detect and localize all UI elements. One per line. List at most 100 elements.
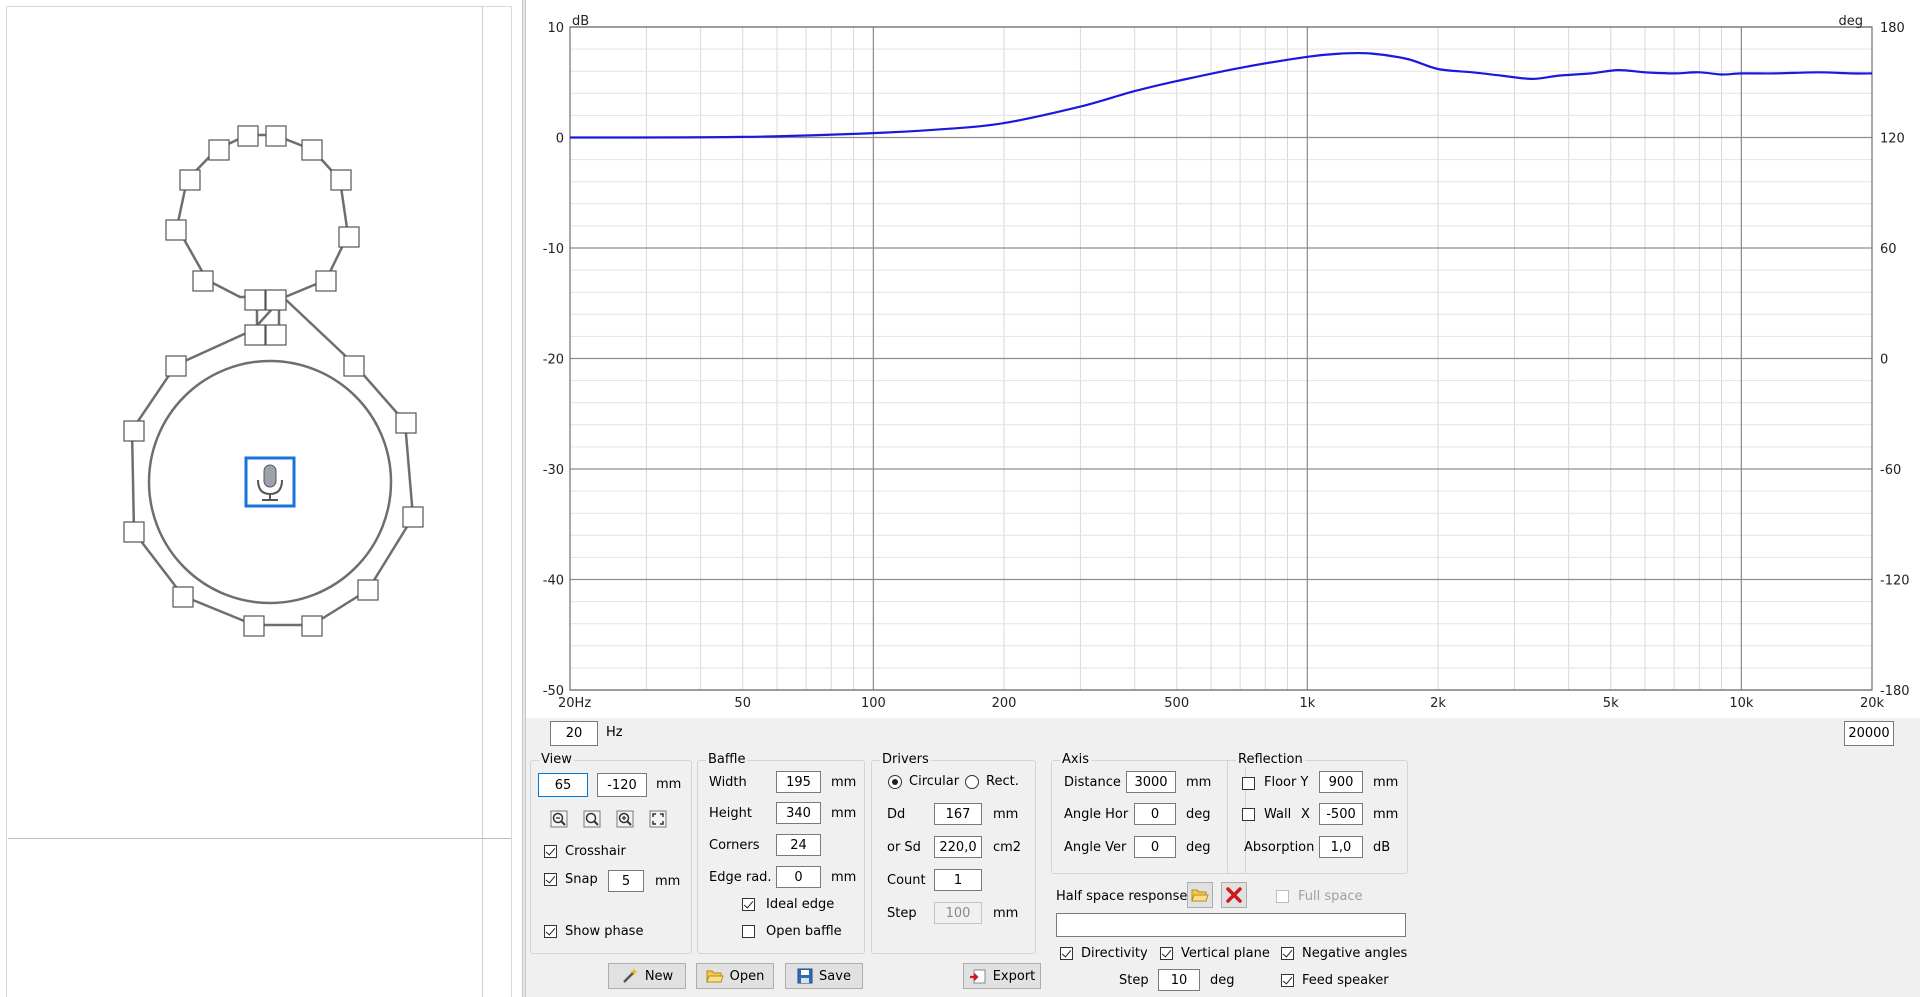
angle-hor-input[interactable] [1134,803,1176,825]
zoom-in-button[interactable] [615,809,635,829]
reflection-group-title: Reflection [1236,752,1305,767]
x-tick-label: 20Hz [558,696,591,711]
directivity-label: Directivity [1081,946,1148,961]
feed-speaker-label: Feed speaker [1302,973,1389,988]
snap-checkbox[interactable] [544,873,557,886]
corner-handle [244,289,266,311]
y-left-tick-label: -20 [543,353,564,368]
floor-unit: mm [1373,775,1399,790]
wall-checkbox[interactable] [1242,808,1255,821]
baffle-corners-input[interactable] [776,834,821,856]
corner-handle [395,412,417,434]
ideal-edge-checkbox[interactable] [742,898,755,911]
view-group-title: View [539,752,574,767]
distance-unit: mm [1186,775,1212,790]
freq-max-input[interactable] [1844,721,1894,746]
export-button-label: Export [992,968,1036,984]
export-button[interactable]: Export [963,963,1041,989]
absorption-label: Absorption [1244,840,1315,855]
open-button[interactable]: Open [696,963,774,989]
count-label: Count [887,873,926,888]
baffle-height-input[interactable] [776,802,821,824]
corner-handle [301,615,323,637]
view-y-input[interactable] [597,773,647,797]
baffle-width-input[interactable] [776,771,821,793]
distance-input[interactable] [1126,771,1176,793]
snap-value-input[interactable] [608,870,644,892]
crosshair-label: Crosshair [565,844,626,859]
baffle-edge-input[interactable] [776,866,821,888]
y-axis-label-right: deg [1838,14,1863,29]
drivers-group-title: Drivers [880,752,931,767]
snap-unit: mm [655,874,681,889]
dd-input[interactable] [934,803,982,825]
directivity-step-input[interactable] [1158,969,1200,991]
circular-radio[interactable] [888,775,902,789]
zoom-window-icon [583,810,601,828]
count-input[interactable] [934,869,982,891]
wall-input[interactable] [1319,803,1363,825]
y-right-tick-label: -60 [1880,463,1901,478]
baffle-edge-label: Edge rad. [709,870,772,885]
full-space-label: Full space [1298,889,1363,904]
baffle-group-title: Baffle [706,752,748,767]
open-baffle-checkbox[interactable] [742,925,755,938]
zoom-window-button[interactable] [582,809,602,829]
wall-label: Wall [1264,807,1292,822]
corner-handle [402,506,424,528]
baffle-height-unit: mm [831,806,857,821]
y-left-tick-label: 0 [556,132,564,147]
freq-min-input[interactable] [550,721,598,746]
half-space-path-input[interactable] [1056,913,1406,937]
floor-input[interactable] [1319,771,1363,793]
negative-angles-checkbox[interactable] [1281,947,1294,960]
y-axis-label-left: dB [572,14,589,29]
angle-hor-label: Angle Hor [1064,807,1129,822]
x-tick-label: 500 [1164,696,1189,711]
right-pane: 10 0 -10 -20 -30 -40 -50 180 120 60 0 -60 -120 -180 20… [526,0,1920,997]
corner-handle [265,125,287,147]
corner-handle [123,521,145,543]
angle-ver-input[interactable] [1134,836,1176,858]
show-phase-checkbox[interactable] [544,925,557,938]
save-button[interactable]: Save [785,963,863,989]
frequency-response-chart[interactable]: 100-10-20-30-40-50180120600-60-120-18020… [526,0,1920,718]
crosshair-checkbox[interactable] [544,845,557,858]
zoom-in-icon [616,810,634,828]
freq-unit-label: Hz [606,725,623,740]
rect-radio[interactable] [965,775,979,789]
corner-handle [123,420,145,442]
full-space-checkbox [1276,890,1289,903]
zoom-fit-button[interactable] [648,809,668,829]
folder-open-icon [1191,889,1209,902]
zoom-out-button[interactable] [549,809,569,829]
corner-handle [208,139,230,161]
y-left-tick-label: -30 [543,463,564,478]
circular-label: Circular [909,774,960,789]
half-space-clear-button[interactable] [1221,882,1247,908]
magic-wand-icon [622,968,638,983]
baffle-canvas[interactable] [0,0,522,997]
wall-axis-label: X [1301,807,1310,822]
feed-speaker-checkbox[interactable] [1281,974,1294,987]
new-button[interactable]: New [608,963,686,989]
corner-handle [172,586,194,608]
y-right-tick-label: -120 [1880,574,1910,589]
show-phase-label: Show phase [565,924,644,939]
step-input [934,902,982,924]
floor-checkbox[interactable] [1242,777,1255,790]
corner-handle [179,169,201,191]
baffle-edge-unit: mm [831,870,857,885]
zoom-out-icon [550,810,568,828]
absorption-input[interactable] [1319,836,1363,858]
sd-input[interactable] [934,836,982,858]
half-space-open-button[interactable] [1187,882,1213,908]
directivity-checkbox[interactable] [1060,947,1073,960]
corner-handle [165,219,187,241]
vertical-plane-checkbox[interactable] [1160,947,1173,960]
negative-angles-label: Negative angles [1302,946,1408,961]
y-right-tick-label: 180 [1880,21,1905,36]
view-x-input[interactable] [538,773,588,797]
baffle-width-unit: mm [831,775,857,790]
corner-handle [301,139,323,161]
